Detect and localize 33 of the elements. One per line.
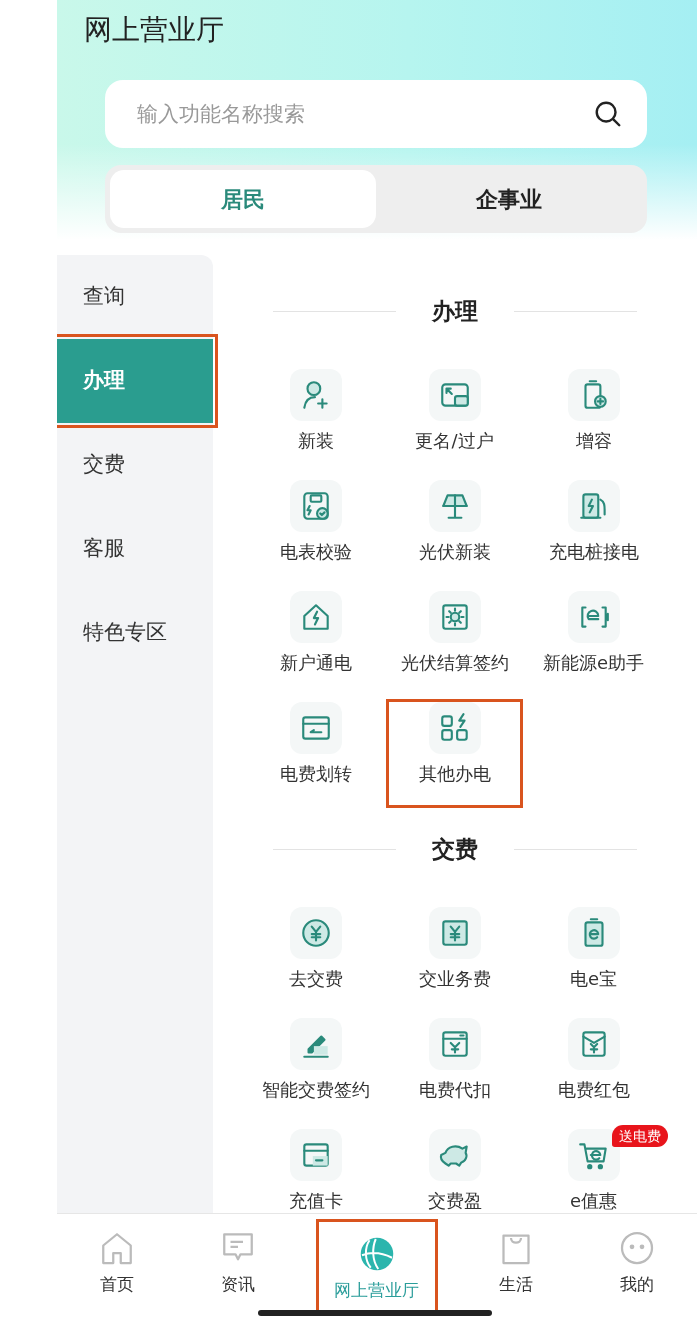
service-item[interactable]: 其他办电 [385,698,524,809]
segment-tab[interactable]: 企事业 [376,170,642,228]
service-item[interactable]: 去交费 [246,903,385,1014]
service-item[interactable]: 电费红包 [524,1014,663,1125]
sidebar-item[interactable]: 交费 [57,423,213,507]
service-item[interactable]: 智能交费签约 [246,1014,385,1125]
sidebar-item[interactable]: 特色专区 [57,591,213,675]
service-item[interactable]: 增容 [524,365,663,476]
service-item[interactable]: 电e宝 [524,903,663,1014]
service-item[interactable]: 光伏新装 [385,476,524,587]
service-item[interactable]: 交业务费 [385,903,524,1014]
tab-bar-item[interactable]: 资讯 [177,1214,299,1306]
tab-bar-item[interactable]: 我的 [576,1214,697,1306]
service-item[interactable]: 更名/过户 [385,365,524,476]
service-item[interactable]: 电费划转 [246,698,385,809]
page-title: 网上营业厅 [84,12,224,48]
section-title: 交费 [431,834,478,864]
segment-tab[interactable]: 居民 [110,170,376,228]
service-item[interactable]: 光伏结算签约 [385,587,524,698]
service-item[interactable]: 电表校验 [246,476,385,587]
service-item[interactable]: 新户通电 [246,587,385,698]
section-title: 办理 [431,296,478,326]
promo-badge: 送电费 [612,1125,668,1147]
tab-bar-item[interactable]: 首页 [57,1214,178,1306]
service-item[interactable]: 新装 [246,365,385,476]
search-field[interactable]: 输入功能名称搜索 [105,80,647,148]
sidebar-item[interactable]: 客服 [57,507,213,591]
service-item[interactable]: 电费代扣 [385,1014,524,1125]
service-item[interactable]: 新能源e助手 [524,587,663,698]
sidebar-item[interactable]: 查询 [57,255,213,339]
service-item[interactable]: 充电桩接电 [524,476,663,587]
search-icon[interactable] [593,99,623,129]
tab-bar-item[interactable]: 生活 [455,1214,577,1306]
